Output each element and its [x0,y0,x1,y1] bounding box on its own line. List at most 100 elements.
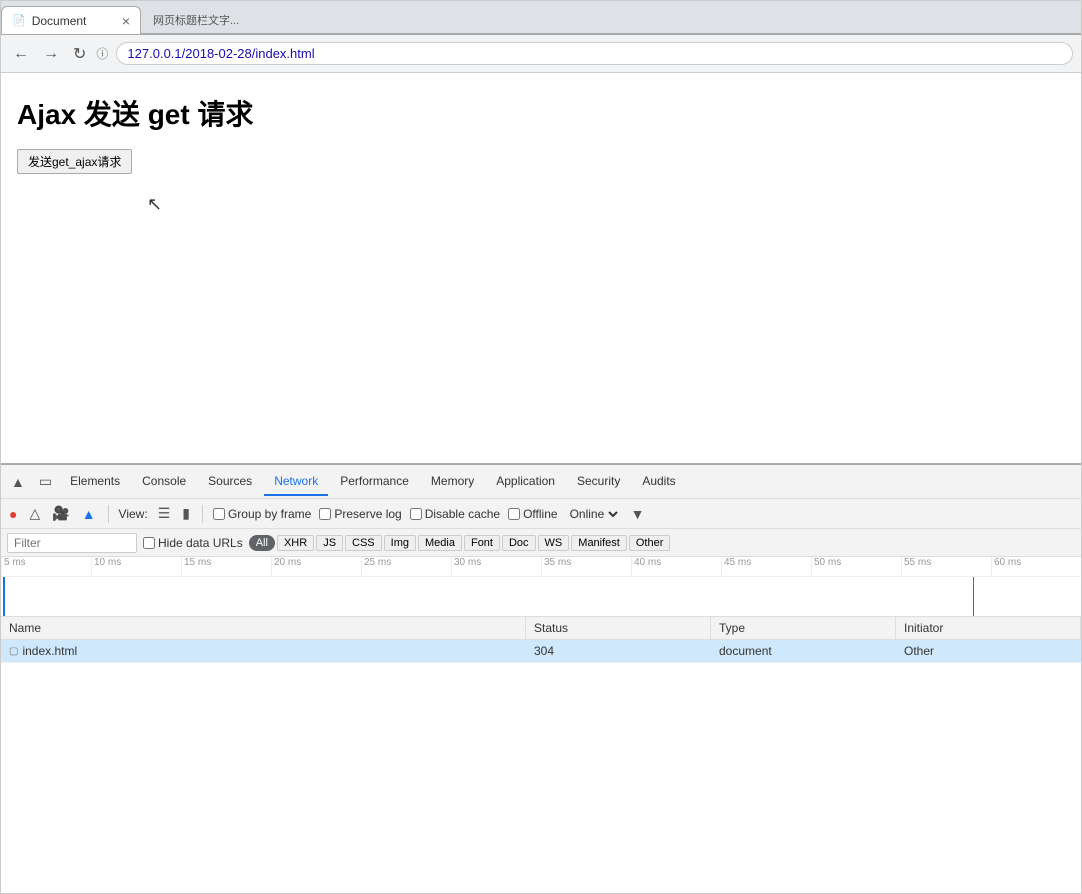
filter-all[interactable]: All [249,535,275,551]
cell-type: document [711,640,896,662]
timeline: 5 ms 10 ms 15 ms 20 ms 25 ms 30 ms 35 ms… [1,557,1081,617]
preserve-log-text: Preserve log [334,507,401,521]
table-header: Name Status Type Initiator [1,617,1081,640]
forward-button[interactable]: → [39,43,63,65]
tab-icon: 📄 [12,14,26,27]
tab-memory[interactable]: Memory [421,468,484,496]
group-by-frame-checkbox[interactable] [213,508,225,520]
view-screenshot-button[interactable]: ▮ [180,503,192,524]
tick-9: 45 ms [721,557,811,576]
record-button[interactable]: ● [7,504,19,524]
filter-other[interactable]: Other [629,535,671,551]
filter-js[interactable]: JS [316,535,343,551]
network-table: Name Status Type Initiator ▢ index.html … [1,617,1081,893]
tab-title: Document [32,14,87,28]
file-icon: ▢ [9,646,18,657]
cell-name: ▢ index.html [1,640,526,662]
browser-window: 📄 Document × 网页标题栏文字... ← → ↻ ⓘ Ajax 发送 … [0,0,1082,894]
filter-media[interactable]: Media [418,535,462,551]
row-name: index.html [22,644,77,658]
filter-row: Hide data URLs All XHR JS CSS Img Media … [1,529,1081,557]
camera-button[interactable]: 🎥 [50,503,71,524]
page-content: Ajax 发送 get 请求 发送get_ajax请求 ↖ [1,73,1081,463]
timeline-cursor [973,577,974,617]
network-controls: ● △ 🎥 ▲ View: ☰ ▮ Group by frame Preserv… [1,499,1081,529]
cell-status: 304 [526,640,711,662]
offline-text: Offline [523,507,557,521]
tick-12: 60 ms [991,557,1081,576]
tick-1: 5 ms [1,557,91,576]
info-icon: ⓘ [96,45,108,62]
tab-console[interactable]: Console [132,468,196,496]
tick-3: 15 ms [181,557,271,576]
timeline-start-marker [3,577,5,617]
inspect-element-button[interactable]: ▲ [5,472,31,492]
hide-data-urls-label[interactable]: Hide data URLs [143,536,243,550]
address-bar: ← → ↻ ⓘ [1,35,1081,73]
divider-1 [108,505,109,523]
filter-type-buttons: All XHR JS CSS Img Media Font Doc WS Man… [249,535,671,551]
group-by-frame-label[interactable]: Group by frame [213,507,311,521]
tick-11: 55 ms [901,557,991,576]
active-tab[interactable]: 📄 Document × [1,6,141,34]
tick-4: 20 ms [271,557,361,576]
back-button[interactable]: ← [9,43,33,65]
tab-audits[interactable]: Audits [632,468,685,496]
divider-2 [202,505,203,523]
devtools-panel: ▲ ▭ Elements Console Sources Network Per… [1,463,1081,893]
tick-2: 10 ms [91,557,181,576]
filter-img[interactable]: Img [384,535,416,551]
throttle-select[interactable]: Online [566,506,621,522]
tab-performance[interactable]: Performance [330,468,419,496]
hide-data-urls-checkbox[interactable] [143,537,155,549]
tab-bar: 📄 Document × 网页标题栏文字... [1,1,1081,35]
clear-button[interactable]: △ [27,503,42,524]
tick-5: 25 ms [361,557,451,576]
filter-ws[interactable]: WS [538,535,570,551]
filter-xhr[interactable]: XHR [277,535,314,551]
reload-button[interactable]: ↻ [69,42,90,66]
filter-css[interactable]: CSS [345,535,382,551]
timeline-ticks: 5 ms 10 ms 15 ms 20 ms 25 ms 30 ms 35 ms… [1,557,1081,577]
hide-data-urls-text: Hide data URLs [158,536,243,550]
ajax-button[interactable]: 发送get_ajax请求 [17,149,132,174]
disable-cache-checkbox[interactable] [410,508,422,520]
page-title: Ajax 发送 get 请求 [17,93,1065,133]
view-label: View: [119,507,148,521]
cursor-indicator: ↖ [147,194,1065,215]
disable-cache-text: Disable cache [425,507,500,521]
disable-cache-label[interactable]: Disable cache [410,507,500,521]
tick-8: 40 ms [631,557,721,576]
device-toolbar-button[interactable]: ▭ [33,471,58,492]
preserve-log-checkbox[interactable] [319,508,331,520]
tick-6: 30 ms [451,557,541,576]
header-name: Name [1,617,526,639]
offline-checkbox[interactable] [508,508,520,520]
tab-security[interactable]: Security [567,468,630,496]
preserve-log-label[interactable]: Preserve log [319,507,401,521]
throttle-dropdown[interactable]: ▼ [629,504,647,524]
tab-elements[interactable]: Elements [60,468,130,496]
tab-sources[interactable]: Sources [198,468,262,496]
filter-button[interactable]: ▲ [80,504,98,524]
header-initiator: Initiator [896,617,1081,639]
tab-rest-area: 网页标题栏文字... [141,6,1081,34]
timeline-bar-area [1,577,1081,617]
filter-font[interactable]: Font [464,535,500,551]
offline-label[interactable]: Offline [508,507,557,521]
group-by-frame-text: Group by frame [228,507,311,521]
cell-initiator: Other [896,640,1081,662]
filter-input[interactable] [7,533,137,553]
tab-application[interactable]: Application [486,468,565,496]
filter-manifest[interactable]: Manifest [571,535,627,551]
table-row[interactable]: ▢ index.html 304 document Other [1,640,1081,663]
header-type: Type [711,617,896,639]
devtools-tab-bar: ▲ ▭ Elements Console Sources Network Per… [1,465,1081,499]
tab-network[interactable]: Network [264,468,328,496]
address-input[interactable] [116,42,1073,65]
header-status: Status [526,617,711,639]
tab-close-button[interactable]: × [122,13,130,29]
filter-doc[interactable]: Doc [502,535,536,551]
tick-7: 35 ms [541,557,631,576]
view-list-button[interactable]: ☰ [156,503,173,524]
